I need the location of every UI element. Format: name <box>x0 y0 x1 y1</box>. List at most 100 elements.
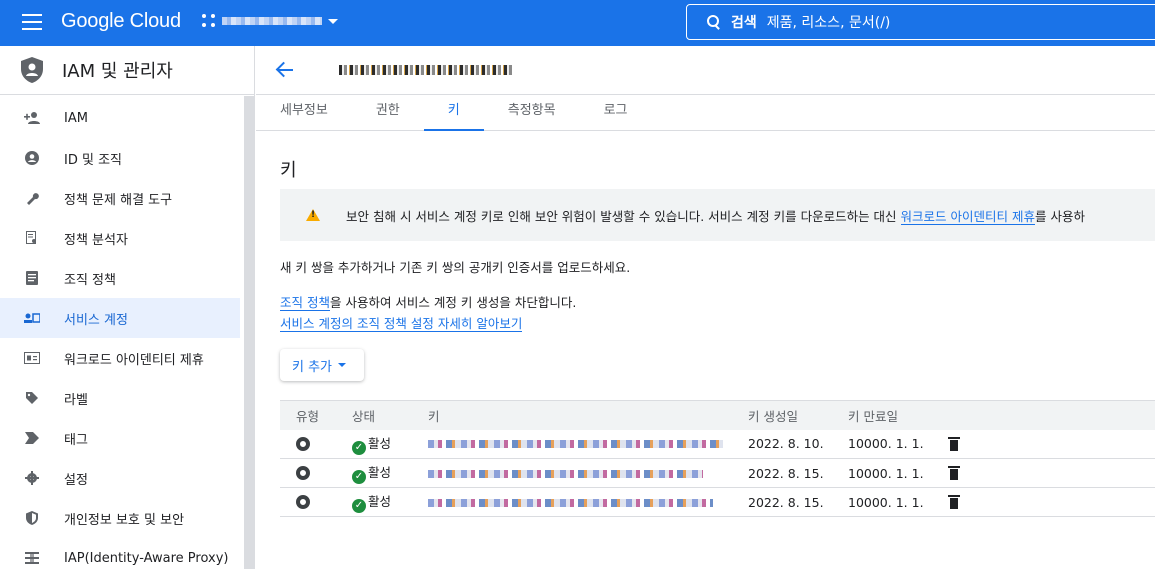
banner-text: 보안 침해 시 서비스 계정 키로 인해 보안 위험이 발생할 수 있습니다. … <box>346 208 1085 225</box>
chevron-down-icon <box>328 18 338 24</box>
check-circle-icon: ✓ <box>352 440 366 455</box>
tab-logs[interactable]: 로그 <box>580 95 652 131</box>
project-name-redacted <box>222 17 322 25</box>
sidebar-item-settings[interactable]: 설정 <box>0 458 240 498</box>
col-status: 상태 <box>336 400 412 430</box>
keys-content: 키 보안 침해 시 서비스 계정 키로 인해 보안 위험이 발생할 수 있습니다… <box>280 156 1155 517</box>
sidebar-item-org-policies[interactable]: 조직 정책 <box>0 258 240 298</box>
policy-text: 조직 정책을 사용하여 서비스 계정 키 생성을 차단합니다. <box>280 295 577 311</box>
sidebar-item-workload-identity[interactable]: 워크로드 아이덴티티 제휴 <box>0 338 240 378</box>
sidebar-item-label: 정책 분석자 <box>64 232 128 248</box>
expiry-date: 10000. 1. 1. <box>832 458 932 488</box>
google-cloud-logo[interactable]: Google Cloud <box>61 10 181 33</box>
sidebar-item-service-accounts[interactable]: 서비스 계정 <box>0 298 240 338</box>
sidebar-item-label: 태그 <box>64 432 88 448</box>
sidebar-item-iap[interactable]: IAP(Identity-Aware Proxy) <box>0 538 240 578</box>
tab-bar: 세부정보 권한 키 측정항목 로그 <box>256 95 1155 131</box>
iap-icon <box>24 550 40 566</box>
service-account-name-redacted <box>339 65 514 75</box>
account-circle-icon <box>24 150 40 166</box>
col-type: 유형 <box>280 400 336 430</box>
key-id-redacted <box>428 498 713 507</box>
delete-icon[interactable] <box>948 495 960 509</box>
tab-keys[interactable]: 키 <box>423 95 484 131</box>
workload-identity-link[interactable]: 워크로드 아이덴티티 제휴 <box>900 208 1035 225</box>
sidebar-item-label: 서비스 계정 <box>64 312 128 328</box>
sidebar-item-policy-analyzer[interactable]: 정책 분석자 <box>0 218 240 258</box>
created-date: 2022. 8. 15. <box>732 487 832 517</box>
menu-icon[interactable] <box>22 14 42 30</box>
policy-analyzer-icon <box>24 230 40 246</box>
intro-text: 새 키 쌍을 추가하거나 기존 키 쌍의 공개키 인증서를 업로드하세요. <box>280 260 631 275</box>
sidebar-header: IAM 및 관리자 <box>0 46 254 95</box>
tab-permissions[interactable]: 권한 <box>352 95 424 131</box>
chevron-down-icon <box>338 363 347 367</box>
created-date: 2022. 8. 10. <box>732 429 832 459</box>
sidebar-item-label: 라벨 <box>64 392 88 408</box>
sidebar-nav: IAM ID 및 조직 정책 문제 해결 도구 정책 분석자 조직 정책 서비스… <box>0 98 240 578</box>
sidebar-item-label: IAP(Identity-Aware Proxy) <box>64 550 229 566</box>
sidebar-scrollbar[interactable] <box>244 96 254 569</box>
sidebar-item-labels[interactable]: 라벨 <box>0 378 240 418</box>
check-circle-icon: ✓ <box>352 498 366 513</box>
search-label: 검색 <box>731 15 757 31</box>
col-created: 키 생성일 <box>732 400 832 430</box>
project-selector[interactable] <box>202 14 338 28</box>
sidebar-item-iam[interactable]: IAM <box>0 98 240 138</box>
keys-table: 유형 상태 키 키 생성일 키 만료일 ✓ 활성 2022. 8. 10. 100… <box>280 400 1155 517</box>
main-panel: 세부정보 권한 키 측정항목 로그 키 보안 침해 시 서비스 계정 키로 인해… <box>256 46 1155 569</box>
delete-icon[interactable] <box>948 436 960 451</box>
col-key: 키 <box>412 400 732 430</box>
table-row: ✓ 활성 2022. 8. 10. 10000. 1. 1. <box>280 429 1155 459</box>
shield-icon <box>24 510 40 526</box>
top-bar: Google Cloud 검색 제품, 리소스, 문서(/) <box>0 0 1155 46</box>
created-date: 2022. 8. 15. <box>732 458 832 488</box>
tab-details[interactable]: 세부정보 <box>256 95 352 131</box>
iam-shield-icon <box>21 57 43 83</box>
add-key-button[interactable]: 키 추가 <box>280 349 364 381</box>
label-icon <box>24 390 40 406</box>
sidebar-item-identity-org[interactable]: ID 및 조직 <box>0 138 240 178</box>
delete-icon[interactable] <box>948 466 960 480</box>
key-id-redacted <box>428 440 723 449</box>
sidebar-item-label: 워크로드 아이덴티티 제휴 <box>64 352 204 368</box>
document-list-icon <box>24 270 40 286</box>
learn-more-line: 서비스 계정의 조직 정책 설정 자세히 알아보기 <box>280 313 523 332</box>
expiry-date: 10000. 1. 1. <box>832 429 932 459</box>
sidebar-item-label: 개인정보 보호 및 보안 <box>64 512 185 528</box>
org-policy-link[interactable]: 조직 정책 <box>280 295 330 311</box>
key-id-redacted <box>428 469 703 478</box>
wrench-icon <box>24 190 40 206</box>
search-icon <box>707 15 721 29</box>
back-arrow-icon[interactable] <box>275 61 293 79</box>
search-input[interactable]: 검색 제품, 리소스, 문서(/) <box>686 4 1155 40</box>
learn-more-link[interactable]: 서비스 계정의 조직 정책 설정 자세히 알아보기 <box>280 316 523 332</box>
sidebar-item-label: IAM <box>64 110 88 126</box>
tag-arrow-icon <box>24 430 40 446</box>
table-row: ✓ 활성 2022. 8. 15. 10000. 1. 1. <box>280 458 1155 488</box>
id-card-icon <box>24 350 40 366</box>
status-text: 활성 <box>368 494 392 510</box>
key-type-icon <box>296 436 310 451</box>
tab-metrics[interactable]: 측정항목 <box>484 95 580 131</box>
sidebar-item-tags[interactable]: 태그 <box>0 418 240 458</box>
sidebar-item-label: 조직 정책 <box>64 272 116 288</box>
key-type-icon <box>296 466 310 480</box>
sidebar-item-policy-troubleshooter[interactable]: 정책 문제 해결 도구 <box>0 178 240 218</box>
page-header <box>256 46 1155 95</box>
security-warning-banner: 보안 침해 시 서비스 계정 키로 인해 보안 위험이 발생할 수 있습니다. … <box>280 189 1155 241</box>
warning-icon <box>306 209 320 221</box>
sidebar-item-label: 정책 문제 해결 도구 <box>64 192 173 208</box>
col-actions <box>932 400 1155 430</box>
sidebar-title: IAM 및 관리자 <box>62 61 173 82</box>
sidebar-item-privacy-security[interactable]: 개인정보 보호 및 보안 <box>0 498 240 538</box>
search-placeholder: 제품, 리소스, 문서(/) <box>766 15 891 31</box>
col-expires: 키 만료일 <box>832 400 932 430</box>
table-row: ✓ 활성 2022. 8. 15. 10000. 1. 1. <box>280 487 1155 517</box>
expiry-date: 10000. 1. 1. <box>832 487 932 517</box>
sidebar: IAM 및 관리자 IAM ID 및 조직 정책 문제 해결 도구 정책 분석자 <box>0 46 255 569</box>
project-dots-icon <box>202 14 216 28</box>
status-text: 활성 <box>368 465 392 481</box>
table-header-row: 유형 상태 키 키 생성일 키 만료일 <box>280 400 1155 430</box>
key-type-icon <box>296 495 310 509</box>
